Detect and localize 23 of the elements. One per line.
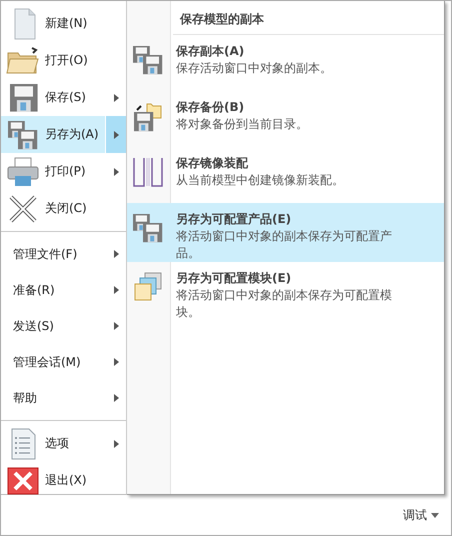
menu-item[interactable]: 打开(O) (1, 42, 126, 79)
menu-item[interactable]: 准备(R) (1, 272, 126, 308)
menu-item[interactable]: 帮助 (1, 380, 126, 416)
caret-icon (431, 512, 439, 518)
submenu-item[interactable]: 另存为可配置产品(E) 将活动窗口中对象的副本保存为可配置产品。 (127, 203, 444, 262)
debug-menu[interactable]: 调试 (403, 506, 427, 524)
menu-item[interactable]: 发送(S) (1, 308, 126, 344)
menu-item[interactable]: 打印(P) (1, 153, 126, 190)
folder-icon (5, 44, 41, 76)
printer-icon (5, 156, 41, 188)
menu-item[interactable]: 管理会话(M) (1, 344, 126, 380)
menu-item[interactable]: 保存(S) (1, 79, 126, 116)
submenu-header: 保存模型的副本 (173, 1, 444, 35)
exit-icon (5, 464, 41, 496)
menu-item[interactable]: 新建(N) (1, 5, 126, 42)
menu-item[interactable]: 退出(X) (1, 462, 126, 499)
submenu-item[interactable]: 另存为可配置模块(E) 将活动窗口中对象的副本保存为可配置模块。 (127, 262, 444, 321)
menu-item[interactable]: 管理文件(F) (1, 236, 126, 272)
submenu-item[interactable]: 保存镜像装配 从当前模型中创建镜像新装配。 (127, 147, 444, 203)
menu-item[interactable]: 关闭(C) (1, 190, 126, 227)
menu-item[interactable]: 选项 (1, 425, 126, 462)
submenu-item[interactable]: 保存副本(A) 保存活动窗口中对象的副本。 (127, 35, 444, 91)
submenu-item[interactable]: 保存备份(B) 将对象备份到当前目录。 (127, 91, 444, 147)
